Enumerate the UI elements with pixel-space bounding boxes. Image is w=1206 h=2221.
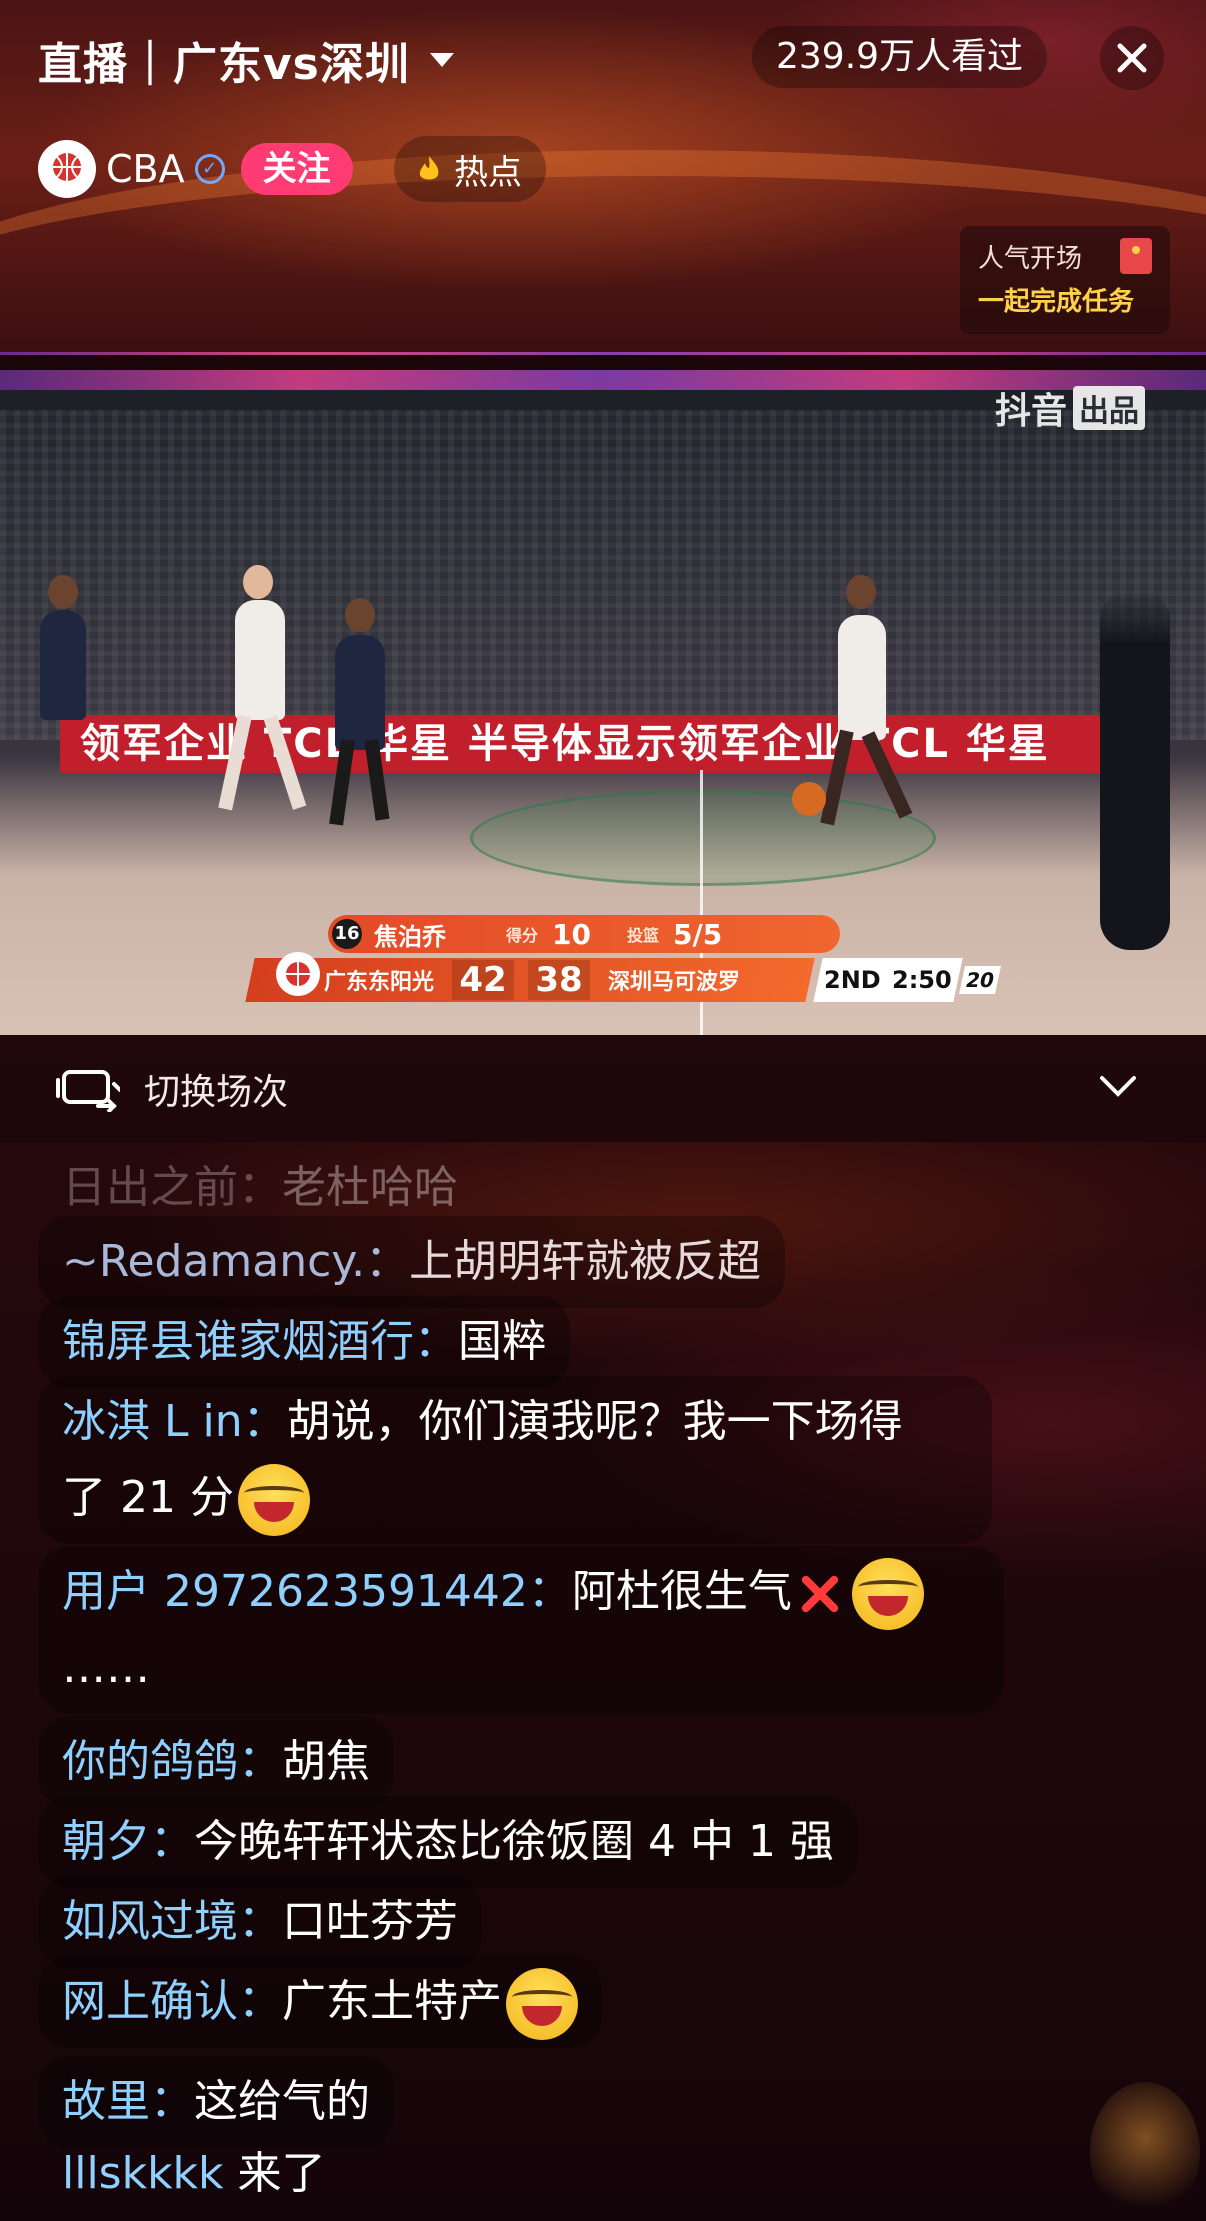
player-points: 10 [552,917,591,951]
douyin-tag: 出品 [1073,386,1146,430]
chat-text: 上胡明轩就被反超 [409,1236,762,1287]
center-circle [470,790,936,886]
score-bar: 广东东阳光 42 38 深圳马可波罗 [245,958,815,1002]
chat-username[interactable]: 故里： [62,2076,194,2127]
switch-screen-icon [56,1070,120,1112]
cba-scoreboard-logo [276,952,320,996]
switch-game-label: 切换场次 [144,1072,289,1113]
chat-text: 这给气的 [194,2076,370,2127]
player-figure [40,610,86,720]
live-title-selector[interactable]: 直播｜广东vs深圳 [38,28,456,92]
hot-label: 热点 [454,152,522,193]
player-head [48,575,78,609]
player-figure [838,615,886,740]
game-clock: 2ND 2:50 [813,958,963,1002]
chat-message[interactable]: 锦屏县谁家烟酒行：国粹 [38,1296,570,1388]
chat-text: 国粹 [458,1316,546,1367]
chat-username[interactable]: 锦屏县谁家烟酒行： [62,1316,458,1367]
chat-text: 老杜哈哈 [282,1162,458,1213]
chat-message[interactable]: 网上确认：广东土特产 [38,1956,602,2048]
chat-message[interactable]: 冰淇 L in：胡说，你们演我呢？我一下场得 了 21 分 [38,1376,992,1544]
referee-figure [1100,590,1170,950]
chat-text: 胡焦 [282,1736,370,1787]
task-line-2: 一起完成任务 [978,287,1135,317]
close-button[interactable] [1100,26,1164,90]
chat-username[interactable]: 日出之前： [62,1162,282,1213]
chat-message[interactable]: ~Redamancy.：上胡明轩就被反超 [38,1216,786,1308]
player-name: 焦泊乔 [374,922,446,951]
away-team-name: 深圳马可波罗 [608,970,741,995]
gift-icon [1120,238,1152,274]
laughing-crying-emoji-icon [506,1968,578,2040]
basketball-icon [53,153,81,181]
away-score: 38 [528,960,591,1000]
chat-text-continued: …… [62,1642,150,1693]
anger-emoji-icon [794,1568,846,1620]
chat-username[interactable]: 冰淇 L in： [62,1396,287,1447]
hot-button[interactable]: 热点 [394,136,546,202]
chat-message[interactable]: 你的鸽鸽：胡焦 [38,1716,394,1808]
chat-username[interactable]: 你的鸽鸽： [62,1736,282,1787]
flame-icon [419,156,439,180]
chat-message[interactable]: 朝夕：今晚轩轩状态比徐饭圈 4 中 1 强 [38,1796,858,1888]
viewer-count[interactable]: 239.9万人看过 [752,26,1048,88]
player-head [345,598,375,632]
sponsor-banner: 领军企业 TCL 华星 半导体显示领军企业 TCL 华星 [60,715,1100,773]
close-icon [1117,43,1147,73]
chat-username[interactable]: 朝夕： [62,1816,194,1867]
chat-username[interactable]: ~Redamancy.： [62,1236,409,1287]
arena-stands [0,410,1206,740]
live-title-text: 直播｜广东vs深圳 [38,39,410,90]
chat-panel[interactable]: 日出之前：老杜哈哈 ~Redamancy.：上胡明轩就被反超 锦屏县谁家烟酒行：… [0,1142,1206,2221]
quarter: 2ND [823,966,881,994]
player-figure [235,600,285,720]
host-info: CBA ✓ 关注 [38,140,353,198]
chat-text-continued: 了 21 分 [62,1472,234,1523]
chat-text: 胡说，你们演我呢？我一下场得 [286,1396,903,1447]
caret-down-icon [429,53,454,67]
chat-message[interactable]: 用户 2972623591442：阿杜很生气 …… [38,1546,1004,1714]
laughing-crying-emoji-icon [851,1558,924,1630]
switch-game-bar[interactable]: 切换场次 [0,1036,1206,1142]
player-head [846,575,876,609]
laughing-crying-emoji-icon [237,1464,310,1536]
cba-logo[interactable] [38,140,96,198]
player-fg: 5/5 [673,917,723,951]
home-score: 42 [452,960,515,1000]
basketball-icon [286,962,310,986]
host-name[interactable]: CBA [106,147,185,191]
player-stat-bar: 16 焦泊乔 得分 10 投篮 5/5 [328,915,840,953]
player-head [243,565,273,599]
chat-text: 口吐芬芳 [282,1896,458,1947]
user-entered-notice: lllskkkk 来了 [62,2137,326,2201]
fg-caption: 投篮 [626,926,659,945]
basketball [792,782,826,816]
mascot-decoration [1090,2082,1200,2221]
player-number: 16 [332,919,362,949]
chat-username[interactable]: 网上确认： [62,1976,282,2027]
header-band [0,352,1206,355]
chat-text: 广东土特产 [282,1976,502,2027]
clock-time: 2:50 [892,966,953,994]
player-figure [335,635,385,750]
entered-text: 来了 [223,2148,326,2199]
verified-icon: ✓ [194,154,225,184]
chat-message[interactable]: 故里：这给气的 [38,2056,394,2148]
chat-text: 阿杜很生气 [571,1566,792,1617]
chat-message[interactable]: 如风过境：口吐芬芳 [38,1876,482,1968]
entered-username[interactable]: lllskkkk [62,2148,224,2199]
live-header: 直播｜广东vs深圳 239.9万人看过 CBA ✓ 关注 热点 人气开场 一起完… [0,0,1206,355]
chat-username[interactable]: 用户 2972623591442： [62,1566,572,1617]
douyin-logo-text: 抖音 [995,391,1068,432]
points-caption: 得分 [506,926,539,945]
popularity-task-card[interactable]: 人气开场 一起完成任务 [960,226,1170,334]
chevron-down-icon[interactable] [1098,1072,1138,1102]
chat-text: 今晚轩轩状态比徐饭圈 4 中 1 强 [194,1816,834,1867]
shot-clock: 20 [959,966,1001,994]
follow-button[interactable]: 关注 [240,143,353,195]
douyin-watermark: 抖音 出品 [995,382,1146,434]
chat-username[interactable]: 如风过境： [62,1896,282,1947]
